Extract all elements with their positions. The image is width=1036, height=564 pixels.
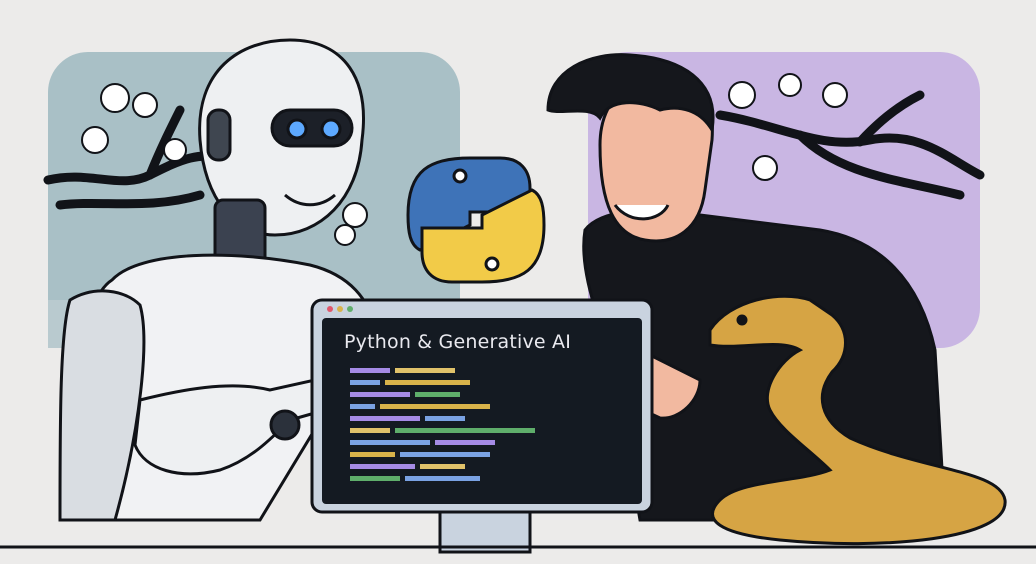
illustration-svg xyxy=(0,38,1036,554)
window-dot-red xyxy=(327,306,333,312)
monitor-title: Python & Generative AI xyxy=(344,331,572,353)
window-dot-green xyxy=(347,306,353,312)
illustration-scene: Python & Generative AI xyxy=(0,0,1036,560)
python-logo-icon xyxy=(406,156,546,284)
window-dot-yellow xyxy=(337,306,343,312)
